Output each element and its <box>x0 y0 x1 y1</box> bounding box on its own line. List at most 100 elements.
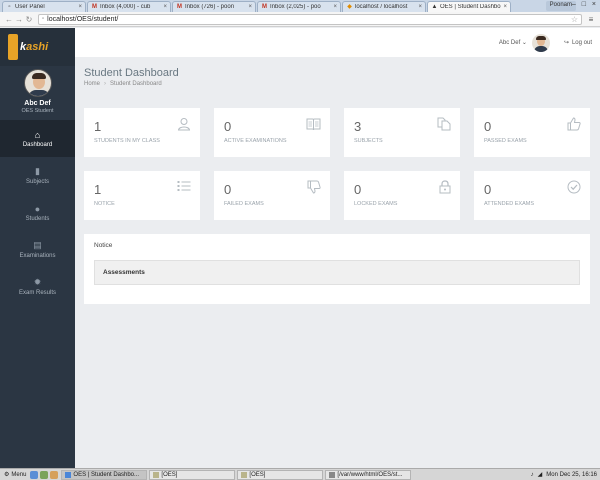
start-menu-button[interactable]: ⚙ Menu <box>0 471 30 479</box>
browser-tab-active[interactable]: ▲ OES | Student Dashbo × <box>427 1 511 12</box>
stat-label: LOCKED EXAMS <box>354 201 398 207</box>
forward-icon[interactable]: → <box>14 15 24 24</box>
stat-card-students[interactable]: 1 STUDENTS IN MY CLASS <box>84 108 200 157</box>
menu-icon: ⚙ <box>4 472 10 478</box>
logo[interactable]: kashi <box>0 28 75 66</box>
sidebar-item-students[interactable]: ● Students <box>0 194 75 231</box>
stat-value: 1 <box>94 119 102 134</box>
network-icon[interactable]: ◢ <box>538 471 543 478</box>
taskbar-window-editor[interactable]: [/var/www/html/OES/st... <box>325 469 412 480</box>
list-icon <box>177 180 191 195</box>
stat-label: FAILED EXAMS <box>224 201 264 207</box>
breadcrumb-home[interactable]: Home <box>84 81 100 87</box>
stat-card-active-exams[interactable]: 0 ACTIVE EXAMINATIONS <box>214 108 330 157</box>
page-title: Student Dashboard <box>84 67 179 79</box>
stat-label: ATTENDED EXAMS <box>484 201 535 207</box>
clock[interactable]: Mon Dec 25, 16:16 <box>546 472 597 478</box>
window-controls[interactable]: – □ × <box>572 1 598 8</box>
thumbs-up-icon <box>567 117 581 134</box>
quick-launch <box>30 470 59 479</box>
sidebar-item-examinations[interactable]: ▤ Examinations <box>0 231 75 268</box>
volume-icon[interactable]: ♪ <box>531 472 534 478</box>
address-bar: ← → ↻ ▫ localhost/OES/student/ ☆ ≡ <box>0 12 600 27</box>
gmail-icon: M <box>262 3 267 10</box>
main-content: Student Dashboard Home › Student Dashboard… <box>75 57 600 468</box>
stat-card-locked-exams[interactable]: 0 LOCKED EXAMS <box>344 171 460 220</box>
close-icon[interactable]: × <box>418 4 422 10</box>
browser-tab[interactable]: M Inbox (726) - poon × <box>172 1 256 12</box>
close-icon[interactable]: × <box>333 4 337 10</box>
stat-value: 0 <box>484 119 492 134</box>
notice-panel: Notice Assessments <box>84 234 590 304</box>
logo-text: kashi <box>20 41 49 53</box>
stat-label: PASSED EXAMS <box>484 138 527 144</box>
url-text[interactable]: localhost/OES/student/ <box>47 16 571 23</box>
star-icon[interactable]: ☆ <box>571 15 578 24</box>
stat-card-passed-exams[interactable]: 0 PASSED EXAMS <box>474 108 590 157</box>
browser-tab[interactable]: ◆ localhost / localhost × <box>342 1 426 12</box>
browser-menu-icon[interactable]: ≡ <box>586 15 596 24</box>
breadcrumb-separator: › <box>104 81 107 87</box>
logo-mark <box>8 34 18 60</box>
profile-role: OES Student <box>21 108 54 114</box>
sidebar-item-subjects[interactable]: ▮ Subjects <box>0 157 75 194</box>
stat-card-failed-exams[interactable]: 0 FAILED EXAMS <box>214 171 330 220</box>
db-icon: ◆ <box>347 3 352 10</box>
taskbar-window-folder[interactable]: [OES] <box>237 469 324 480</box>
gear-icon: ✹ <box>33 277 42 287</box>
avatar <box>23 69 52 97</box>
stat-value: 0 <box>354 182 362 197</box>
taskbar-window-browser[interactable]: OES | Student Dashbo... <box>61 469 148 480</box>
terminal-icon[interactable] <box>40 470 49 479</box>
notice-title: Notice <box>94 242 113 249</box>
taskbar-window-folder[interactable]: [OES] <box>149 469 236 480</box>
tab-title: Inbox (4,000) - cub <box>100 4 151 10</box>
sidebar-nav: ⌂ Dashboard ▮ Subjects ● Students ▤ Exam… <box>0 120 75 305</box>
logout-link[interactable]: ↪ Log out <box>564 39 592 46</box>
sidebar-item-label: Students <box>25 215 50 222</box>
browser-tab[interactable]: ▫ User Panel × <box>2 1 86 12</box>
close-icon[interactable]: × <box>78 4 82 10</box>
breadcrumb: Home › Student Dashboard <box>84 81 162 87</box>
file-icon: ▮ <box>35 166 40 176</box>
sidebar-item-dashboard[interactable]: ⌂ Dashboard <box>0 120 75 157</box>
sidebar-item-label: Dashboard <box>22 141 53 148</box>
chevron-down-icon: ⌄ <box>521 40 527 46</box>
sidebar-item-label: Examinations <box>19 253 56 259</box>
page-icon: ▫ <box>42 16 45 22</box>
stat-label: NOTICE <box>94 201 115 207</box>
profile: Abc Def OES Student <box>0 66 75 114</box>
close-icon[interactable]: × <box>163 4 167 10</box>
home-icon: ⌂ <box>34 129 41 140</box>
user-icon: ● <box>34 203 41 214</box>
reload-icon[interactable]: ↻ <box>24 15 34 24</box>
tab-title: User Panel <box>15 4 45 10</box>
url-input[interactable]: ▫ localhost/OES/student/ ☆ <box>38 13 582 25</box>
files-icon <box>437 117 451 134</box>
book-icon: ▤ <box>33 240 42 250</box>
page-icon: ▫ <box>8 3 11 10</box>
stat-value: 0 <box>484 182 492 197</box>
back-icon[interactable]: ← <box>4 15 14 24</box>
notice-item-assessments[interactable]: Assessments <box>94 260 580 285</box>
browser-tab[interactable]: M Inbox (2,025) - poo × <box>257 1 341 12</box>
sidebar-item-exam-results[interactable]: ✹ Exam Results <box>0 268 75 305</box>
stat-value: 1 <box>94 182 102 197</box>
close-icon[interactable]: × <box>248 4 252 10</box>
top-avatar[interactable] <box>531 33 550 52</box>
browser-tab[interactable]: M Inbox (4,000) - cub × <box>87 1 171 12</box>
stat-value: 3 <box>354 119 362 134</box>
browser-tab-bar: ▫ User Panel × M Inbox (4,000) - cub × M Inbo… <box>0 0 600 12</box>
stat-card-attended-exams[interactable]: 0 ATTENDED EXAMS <box>474 171 590 220</box>
desktop-icon[interactable] <box>30 470 39 479</box>
close-icon[interactable]: × <box>503 4 507 10</box>
stat-card-notice[interactable]: 1 NOTICE <box>84 171 200 220</box>
stat-label: SUBJECTS <box>354 138 383 144</box>
user-menu[interactable]: Abc Def ⌄ <box>499 39 527 46</box>
tab-title: Inbox (2,025) - poo <box>270 4 321 10</box>
stat-card-subjects[interactable]: 3 SUBJECTS <box>344 108 460 157</box>
check-circle-icon <box>567 180 581 197</box>
tab-title: OES | Student Dashbo <box>440 4 501 10</box>
files-icon[interactable] <box>50 470 59 479</box>
logout-icon: ↪ <box>563 40 569 46</box>
